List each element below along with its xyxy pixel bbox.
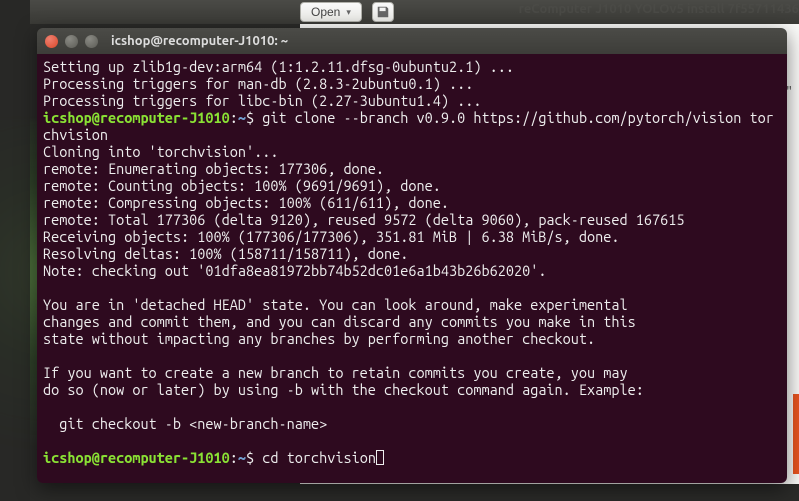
term-line: remote: Compressing objects: 100% (611/6…: [43, 194, 449, 211]
terminal-body[interactable]: Setting up zlib1g-dev:arm64 (1:1.2.11.df…: [37, 54, 787, 483]
term-line: do so (now or later) by using -b with th…: [43, 381, 644, 398]
term-line: Receiving objects: 100% (177306/177306),…: [43, 228, 620, 245]
term-line: You are in 'detached HEAD' state. You ca…: [43, 296, 628, 313]
open-button-label: Open: [311, 5, 340, 19]
term-line: Processing triggers for man-db (2.8.3-2u…: [43, 75, 473, 92]
term-line: Cloning into 'torchvision'...: [43, 143, 278, 160]
term-command: cd torchvision: [254, 449, 376, 466]
term-prompt-path: ~: [238, 109, 246, 126]
terminal-titlebar[interactable]: icshop@recomputer-J1010: ~: [37, 28, 787, 54]
term-prompt-path: ~: [238, 449, 246, 466]
gedit-title: reComputer J1010 YOLOv5 install 7f557114…: [519, 2, 799, 16]
save-icon[interactable]: [372, 2, 394, 22]
unity-launcher[interactable]: [0, 0, 30, 501]
term-line: Resolving deltas: 100% (158711/158711), …: [43, 245, 408, 262]
term-line: remote: Counting objects: 100% (9691/969…: [43, 177, 441, 194]
minimize-icon[interactable]: [65, 35, 78, 48]
term-line: remote: Total 177306 (delta 9120), reuse…: [43, 211, 684, 228]
term-line: Processing triggers for libc-bin (2.27-3…: [43, 92, 481, 109]
term-prompt-user: icshop@recomputer-J1010: [43, 109, 230, 126]
term-prompt-dollar: $: [246, 109, 254, 126]
open-button[interactable]: Open ▾: [300, 2, 362, 22]
term-line: git checkout -b <new-branch-name>: [43, 415, 327, 432]
term-line: Note: checking out '01dfa8ea81972bb74b52…: [43, 262, 546, 279]
term-line: remote: Enumerating objects: 177306, don…: [43, 160, 384, 177]
terminal-cursor: [376, 450, 384, 465]
term-line: state without impacting any branches by …: [43, 330, 595, 347]
term-prompt-sep: :: [230, 109, 238, 126]
gedit-scrollbar[interactable]: [793, 394, 799, 474]
term-prompt-user: icshop@recomputer-J1010: [43, 449, 230, 466]
chevron-down-icon: ▾: [346, 7, 351, 18]
terminal-title: icshop@recomputer-J1010: ~: [111, 34, 288, 48]
term-prompt-sep: :: [230, 449, 238, 466]
term-line: changes and commit them, and you can dis…: [43, 313, 636, 330]
close-icon[interactable]: [45, 35, 58, 48]
term-line: Setting up zlib1g-dev:arm64 (1:1.2.11.df…: [43, 58, 514, 75]
term-prompt-dollar: $: [246, 449, 254, 466]
term-line: If you want to create a new branch to re…: [43, 364, 628, 381]
maximize-icon[interactable]: [85, 35, 98, 48]
terminal-window: icshop@recomputer-J1010: ~ Setting up zl…: [37, 28, 787, 483]
